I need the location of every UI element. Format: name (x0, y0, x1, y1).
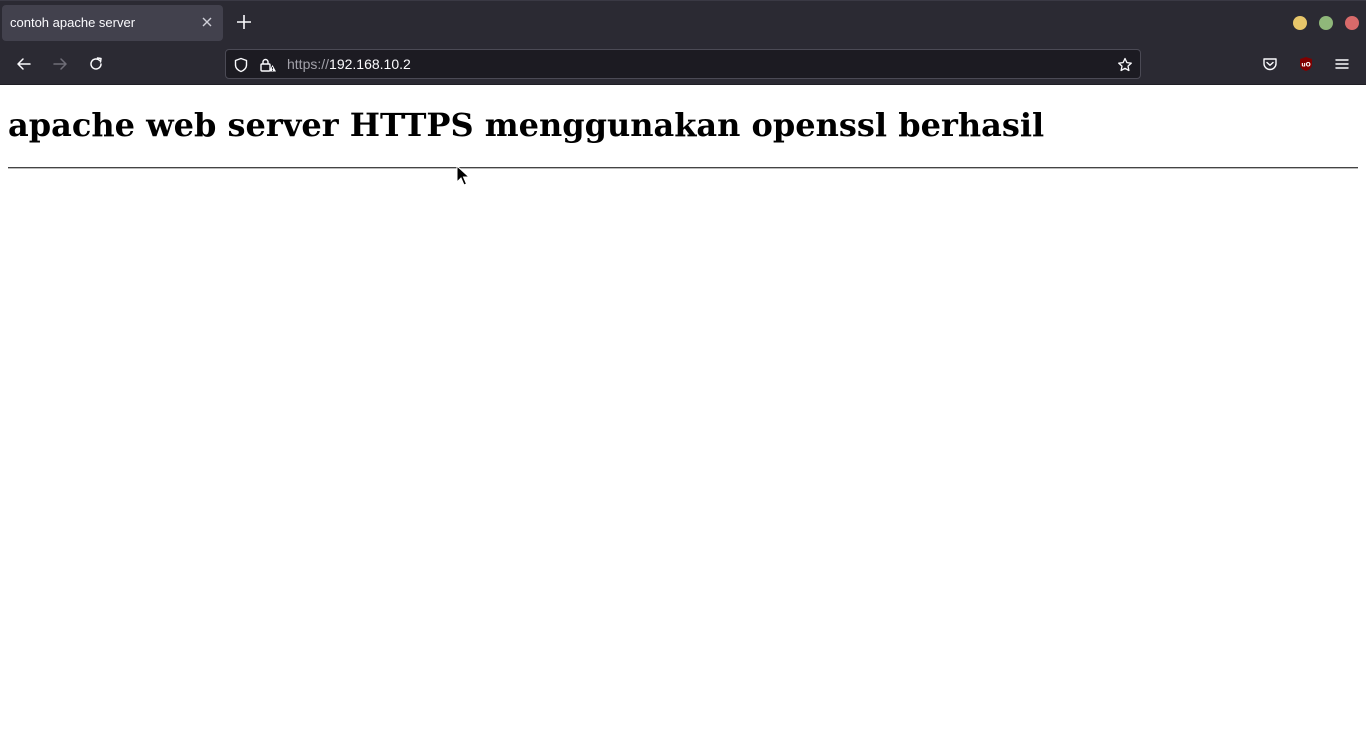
window-maximize-button[interactable] (1319, 16, 1333, 30)
arrow-right-icon[interactable] (48, 52, 72, 76)
tab-active[interactable]: contoh apache server (2, 5, 223, 41)
plus-icon[interactable] (233, 11, 255, 33)
url-text[interactable]: https://192.168.10.2 (287, 56, 411, 72)
address-bar[interactable]: https://192.168.10.2 (225, 49, 1141, 79)
nav-toolbar: https://192.168.10.2 uO (0, 44, 1366, 85)
mouse-cursor-icon (456, 165, 470, 187)
star-icon[interactable] (1116, 56, 1134, 74)
tab-bar: contoh apache server (0, 0, 1366, 44)
page-heading: apache web server HTTPS menggunakan open… (8, 106, 1045, 144)
pocket-icon[interactable] (1258, 52, 1282, 76)
horizontal-rule (8, 167, 1358, 169)
reload-icon[interactable] (84, 52, 108, 76)
url-scheme: https:// (287, 56, 330, 72)
window-minimize-button[interactable] (1293, 16, 1307, 30)
hamburger-menu-icon[interactable] (1330, 52, 1354, 76)
browser-window: contoh apache server https://192.168.10.… (0, 0, 1366, 741)
page-content: apache web server HTTPS menggunakan open… (0, 85, 1366, 741)
shield-icon[interactable] (232, 56, 250, 74)
close-icon[interactable] (199, 14, 215, 30)
svg-text:uO: uO (1301, 62, 1310, 69)
window-close-button[interactable] (1345, 16, 1359, 30)
arrow-left-icon[interactable] (12, 52, 36, 76)
tab-title: contoh apache server (10, 15, 136, 30)
lock-warning-icon[interactable] (259, 56, 277, 74)
url-host: 192.168.10.2 (329, 56, 411, 72)
ublock-origin-icon[interactable]: uO (1294, 52, 1318, 76)
